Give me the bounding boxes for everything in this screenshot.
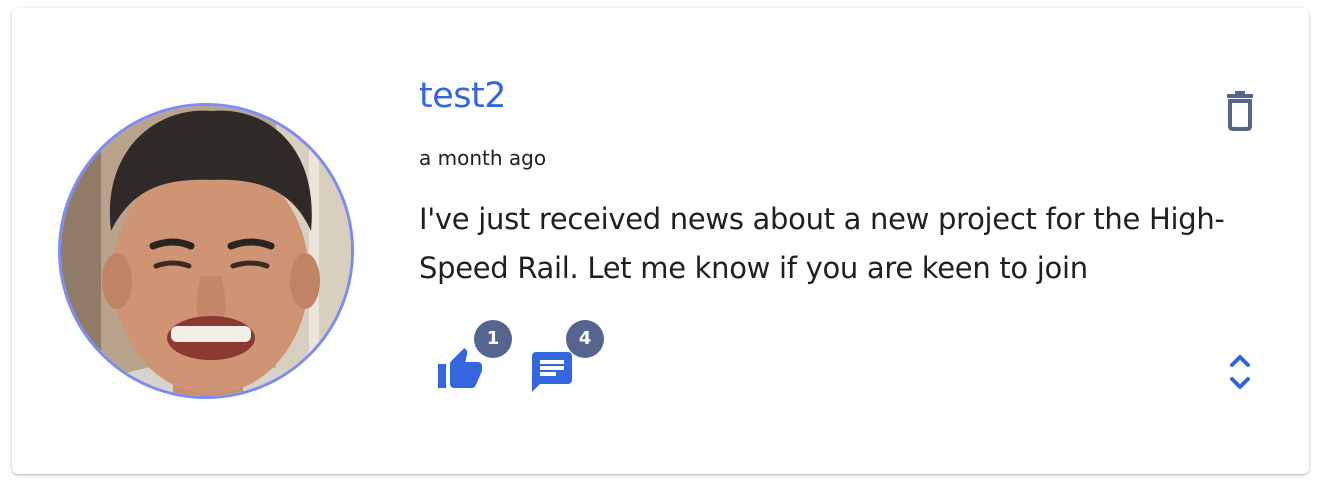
delete-button[interactable] bbox=[1219, 90, 1261, 132]
unfold-more-icon bbox=[1230, 355, 1250, 389]
post-author[interactable]: test2 bbox=[419, 74, 506, 118]
comment-icon bbox=[532, 352, 572, 392]
post-body: I've just received news about a new proj… bbox=[419, 202, 1225, 285]
like-count-badge: 1 bbox=[474, 320, 512, 358]
post-card: test2 a month ago I've just received new… bbox=[12, 8, 1309, 474]
comment-count-badge: 4 bbox=[566, 320, 604, 358]
expand-button[interactable] bbox=[1224, 351, 1256, 393]
avatar-photo bbox=[61, 106, 351, 396]
avatar[interactable] bbox=[58, 103, 354, 399]
like-button[interactable] bbox=[436, 346, 484, 394]
trash-icon bbox=[1227, 91, 1253, 131]
post-timestamp: a month ago bbox=[419, 146, 547, 170]
comment-button[interactable] bbox=[528, 348, 576, 396]
thumb-up-icon bbox=[438, 348, 482, 388]
